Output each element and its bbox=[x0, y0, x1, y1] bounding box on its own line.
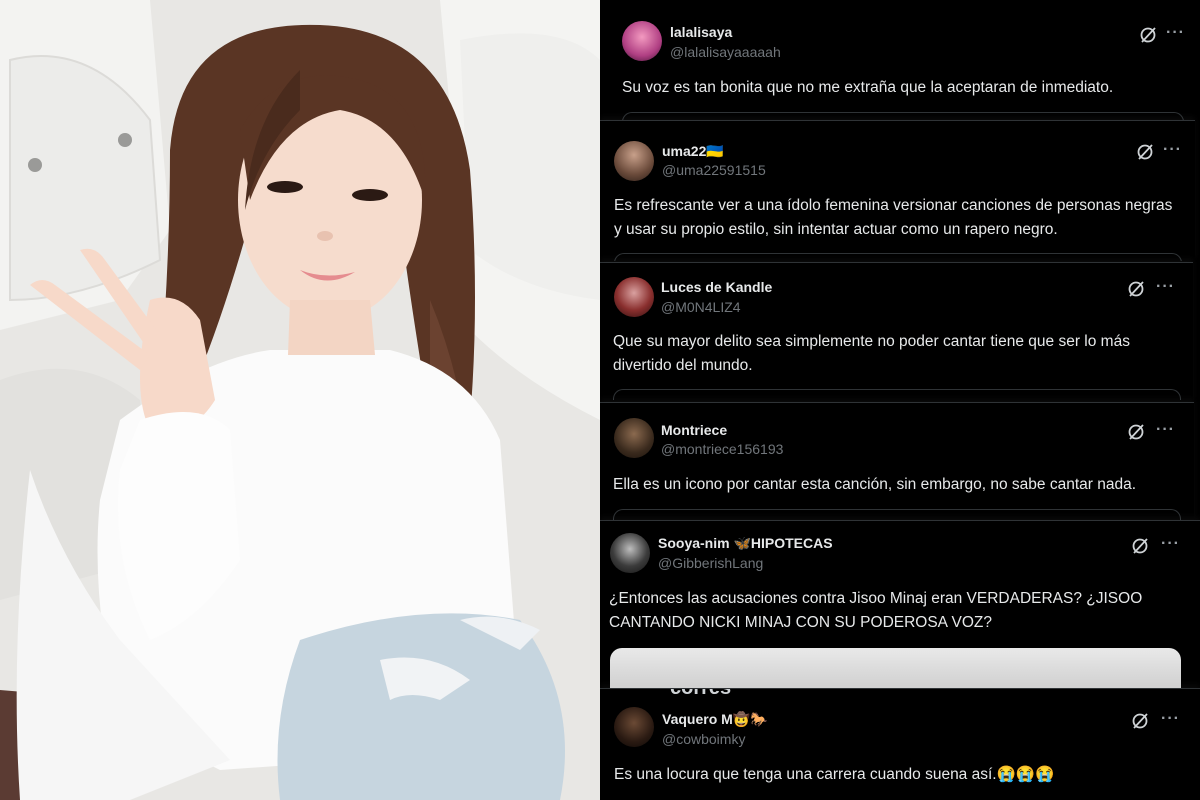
tweet-card[interactable]: Montriece @montriece156193 ··· Ella es u… bbox=[600, 402, 1194, 521]
tweet-author-handle[interactable]: @montriece156193 bbox=[661, 441, 783, 457]
more-dots-icon[interactable]: ··· bbox=[1156, 278, 1175, 296]
woman-photo bbox=[0, 0, 600, 800]
more-dots-icon[interactable]: ··· bbox=[1156, 421, 1175, 439]
cutoff-text: corres bbox=[670, 688, 732, 699]
embed-frame bbox=[613, 389, 1181, 400]
tweet-author-name[interactable]: Sooya-nim 🦋HIPOTECAS bbox=[658, 535, 833, 552]
tweet-card[interactable]: corres Vaquero M🤠🐎 @cowboimky ··· Es una… bbox=[600, 688, 1200, 800]
embed-frame bbox=[614, 253, 1182, 261]
more-dots-icon[interactable]: ··· bbox=[1161, 535, 1180, 553]
avatar[interactable] bbox=[622, 21, 662, 61]
tweet-card[interactable]: Luces de Kandle @M0N4LIZ4 ··· Que su may… bbox=[600, 262, 1193, 403]
tweet-card[interactable]: uma22🇺🇦 @uma22591515 ··· Es refrescante … bbox=[600, 120, 1195, 261]
tweet-feed: corres lalalisaya @lalalisayaaaaah ··· S… bbox=[600, 0, 1200, 800]
tweet-author-name[interactable]: Luces de Kandle bbox=[661, 279, 772, 295]
avatar[interactable] bbox=[614, 277, 654, 317]
grok-slash-circle-icon[interactable] bbox=[1138, 25, 1158, 45]
grok-slash-circle-icon[interactable] bbox=[1130, 711, 1150, 731]
tweet-text: Ella es un icono por cantar esta canción… bbox=[613, 476, 1137, 493]
grok-slash-circle-icon[interactable] bbox=[1135, 142, 1155, 162]
tweet-author-name[interactable]: lalalisaya bbox=[670, 24, 732, 40]
grok-slash-circle-icon[interactable] bbox=[1126, 422, 1146, 442]
avatar[interactable] bbox=[614, 418, 654, 458]
tweet-author-handle[interactable]: @M0N4LIZ4 bbox=[661, 299, 741, 315]
tweet-author-handle[interactable]: @GibberishLang bbox=[658, 555, 763, 571]
tweet-card[interactable]: lalalisaya @lalalisayaaaaah ··· Su voz e… bbox=[600, 0, 1200, 120]
grok-slash-circle-icon[interactable] bbox=[1126, 279, 1146, 299]
embed-frame bbox=[613, 509, 1181, 520]
grok-slash-circle-icon[interactable] bbox=[1130, 536, 1150, 556]
tweet-text: Es una locura que tenga una carrera cuan… bbox=[614, 766, 1055, 783]
tweet-text: Que su mayor delito sea simplemente no p… bbox=[613, 333, 1130, 374]
tweet-card[interactable]: Sooya-nim 🦋HIPOTECAS @GibberishLang ··· … bbox=[600, 520, 1200, 689]
avatar[interactable] bbox=[614, 141, 654, 181]
tweet-author-name[interactable]: uma22🇺🇦 bbox=[662, 143, 724, 160]
tweet-media-preview[interactable] bbox=[610, 648, 1181, 689]
photo-panel bbox=[0, 0, 600, 800]
tweet-author-handle[interactable]: @cowboimky bbox=[662, 731, 745, 747]
more-dots-icon[interactable]: ··· bbox=[1161, 710, 1180, 728]
more-dots-icon[interactable]: ··· bbox=[1166, 24, 1185, 42]
embed-frame bbox=[622, 112, 1184, 120]
avatar[interactable] bbox=[614, 707, 654, 747]
tweet-author-handle[interactable]: @lalalisayaaaaah bbox=[670, 44, 781, 60]
tweet-text: Su voz es tan bonita que no me extraña q… bbox=[622, 79, 1114, 96]
tweet-author-name[interactable]: Vaquero M🤠🐎 bbox=[662, 711, 768, 728]
tweet-author-handle[interactable]: @uma22591515 bbox=[662, 162, 766, 178]
more-dots-icon[interactable]: ··· bbox=[1163, 141, 1182, 159]
tweet-text: ¿Entonces las acusaciones contra Jisoo M… bbox=[609, 590, 1143, 631]
tweet-text: Es refrescante ver a una ídolo femenina … bbox=[614, 197, 1173, 238]
avatar[interactable] bbox=[610, 533, 650, 573]
tweet-author-name[interactable]: Montriece bbox=[661, 422, 727, 438]
